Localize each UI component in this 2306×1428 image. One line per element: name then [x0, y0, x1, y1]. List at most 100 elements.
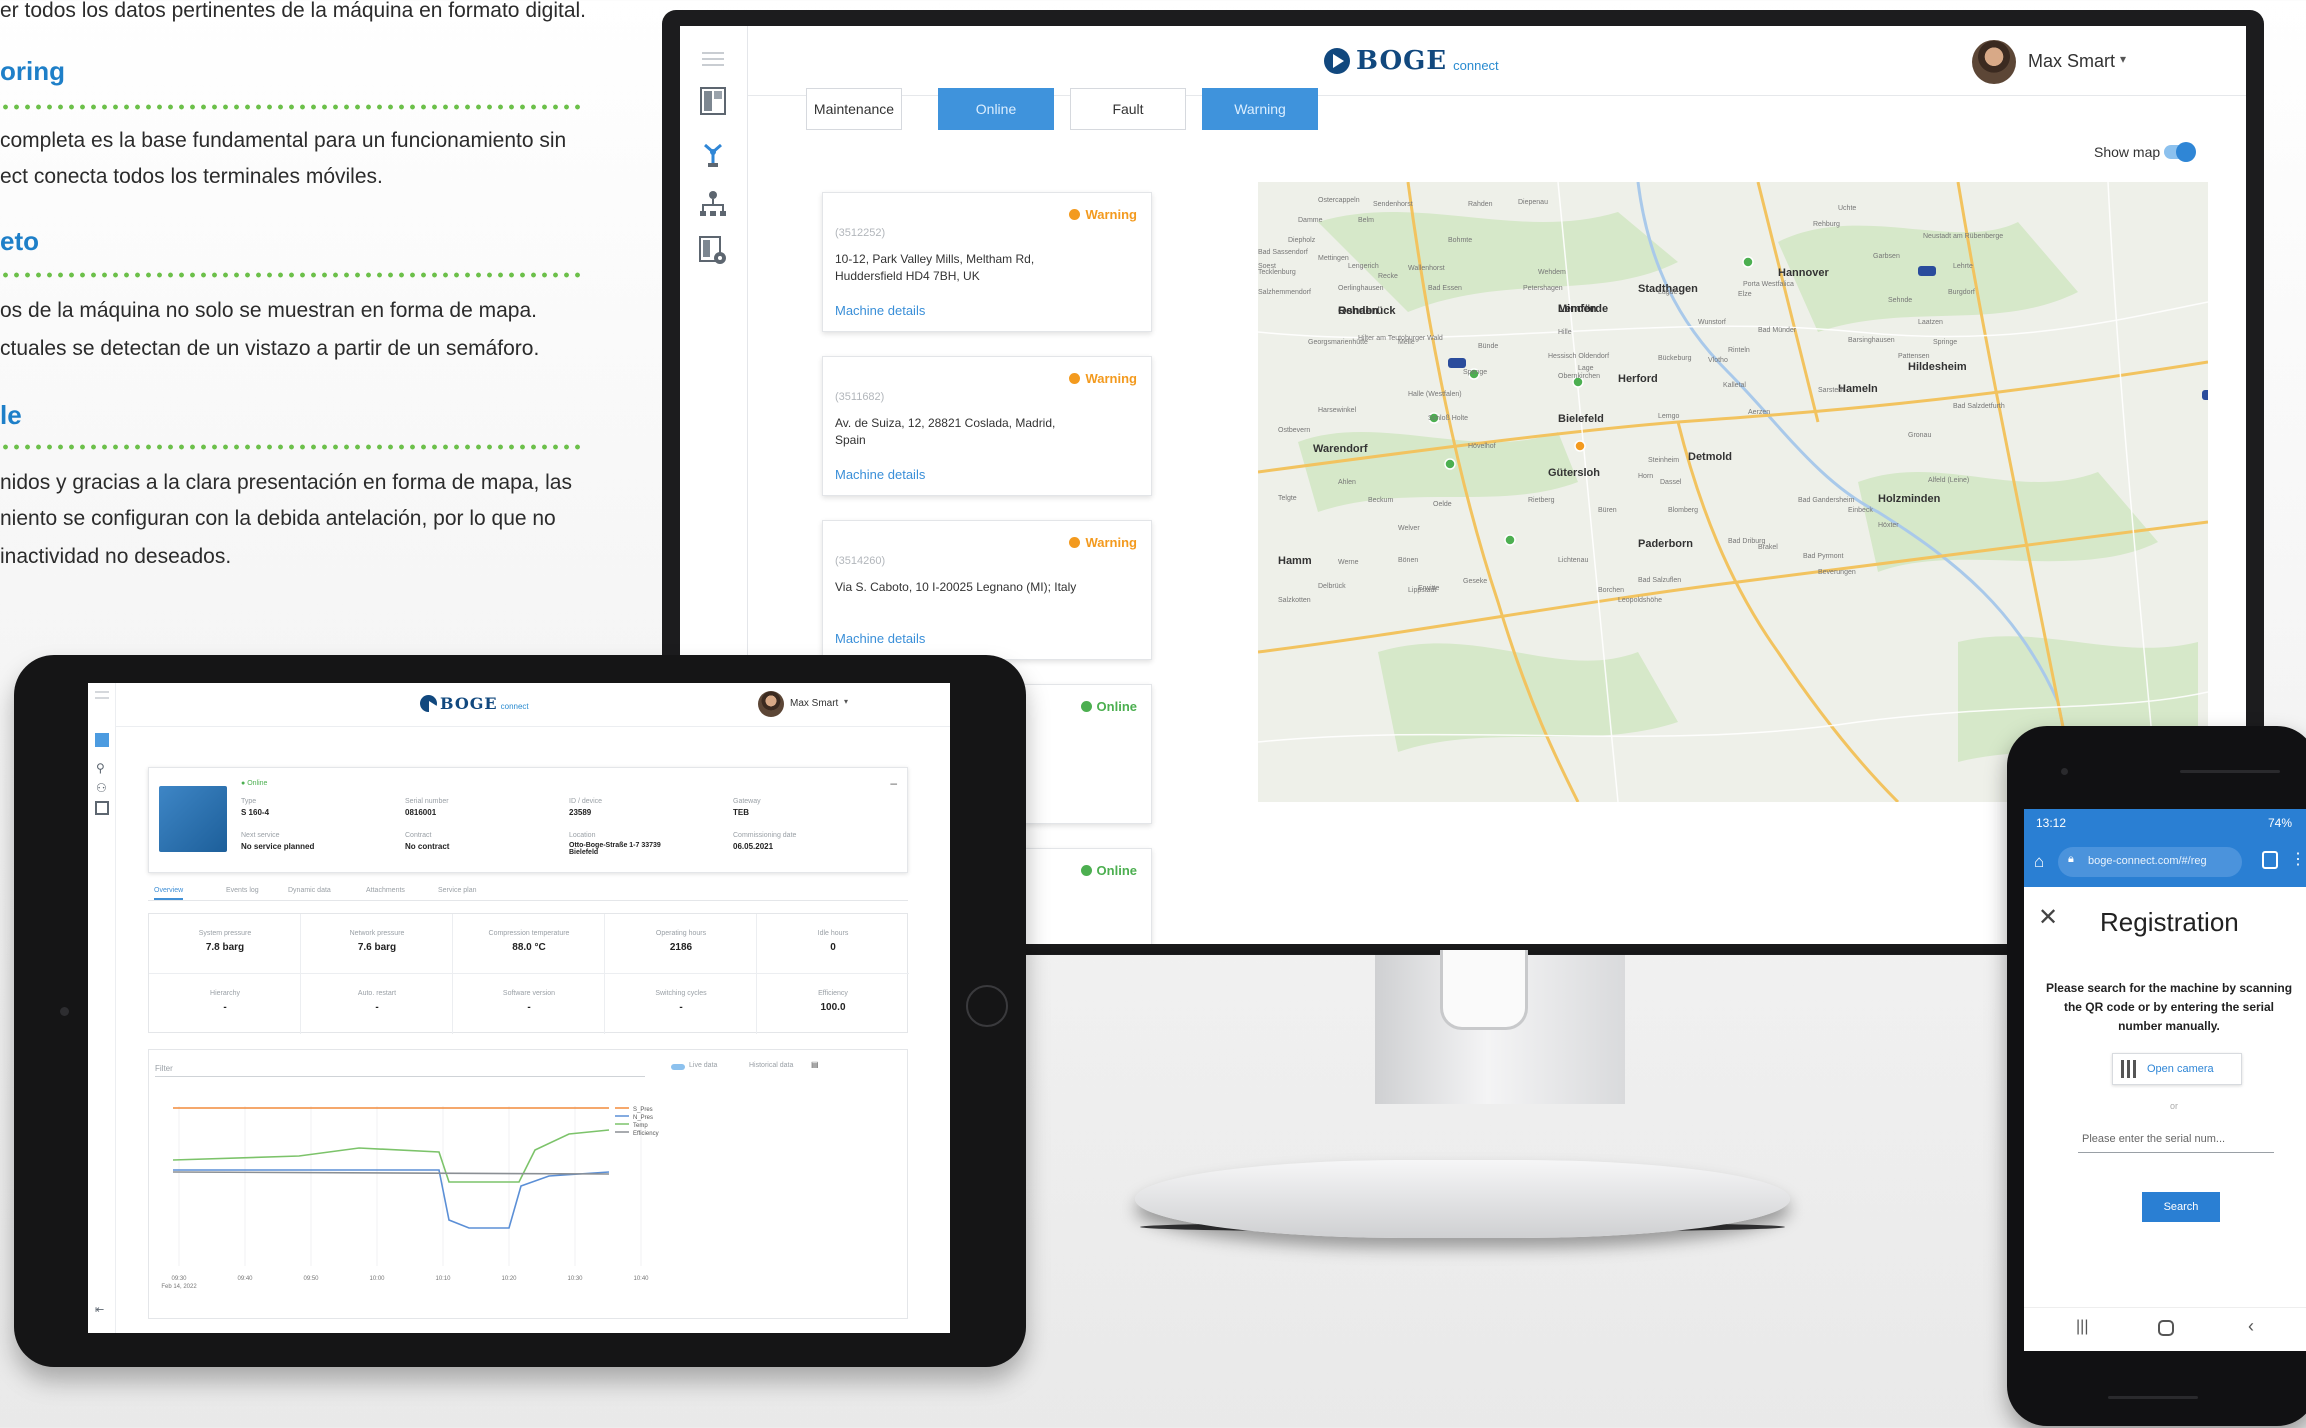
- map-label: Gütersloh: [1548, 467, 1600, 479]
- search-button[interactable]: Search: [2142, 1192, 2220, 1222]
- map-canvas[interactable]: Osnabrück MindenStadthagenHannoverHerford…: [1258, 182, 2208, 802]
- map-label: Burgdorf: [1948, 289, 1975, 296]
- map-label: Bad Gandersheim: [1798, 497, 1855, 504]
- map-label: Oerlinghausen: [1338, 285, 1384, 292]
- machine-marker-icon[interactable]: [1574, 440, 1586, 452]
- recent-apps-icon[interactable]: |||: [2076, 1318, 2088, 1336]
- metric-cell: Idle hours 0: [757, 914, 909, 974]
- tablet-home-button[interactable]: [966, 985, 1008, 1027]
- machine-details-link[interactable]: Machine details: [835, 631, 925, 646]
- live-data-toggle[interactable]: [671, 1064, 685, 1070]
- serial-number-input[interactable]: Please enter the serial num...: [2078, 1127, 2274, 1153]
- calendar-icon[interactable]: ▤: [811, 1060, 819, 1069]
- menu-icon[interactable]: [698, 44, 728, 74]
- map-label: Hilter am Teutoburger Wald: [1358, 335, 1443, 342]
- home-nav-icon[interactable]: [2158, 1320, 2174, 1336]
- highway-shield-icon: [2202, 390, 2208, 400]
- live-data-label: Live data: [689, 1062, 718, 1069]
- filter-online-button[interactable]: Online: [938, 88, 1054, 130]
- tab-attachments[interactable]: Attachments: [366, 887, 405, 894]
- map-label: Bohmte: [1448, 237, 1472, 244]
- user-name[interactable]: Max Smart: [2028, 51, 2115, 72]
- historical-data-label[interactable]: Historical data: [749, 1062, 793, 1069]
- marketing-line: ect conecta todos los terminales móviles…: [0, 165, 383, 188]
- map-label: Rehburg: [1813, 221, 1840, 228]
- home-icon[interactable]: ⌂: [2034, 852, 2044, 872]
- open-camera-button[interactable]: Open camera: [2112, 1053, 2242, 1085]
- hierarchy-icon[interactable]: [698, 188, 728, 218]
- map-label: Dassel: [1660, 479, 1682, 486]
- chart-filter-input[interactable]: [155, 1076, 645, 1077]
- map-label: Herford: [1618, 373, 1658, 385]
- fan-icon[interactable]: [698, 140, 728, 170]
- field-value: S 160-4: [241, 808, 270, 817]
- x-tick-label: 09:50: [303, 1276, 319, 1282]
- field-label: Location: [569, 832, 596, 839]
- map-label: Wallenhorst: [1408, 265, 1445, 272]
- chevron-down-icon[interactable]: ▾: [844, 697, 848, 706]
- map-label: Petershagen: [1523, 285, 1563, 292]
- machine-details-link[interactable]: Machine details: [835, 303, 925, 318]
- highway-shield-icon: [1448, 358, 1466, 368]
- legend-label: S_Pres: [633, 1107, 653, 1113]
- user-name[interactable]: Max Smart: [790, 698, 838, 709]
- tab-events-log[interactable]: Events log: [226, 887, 259, 894]
- map-label: Rehden: [1338, 305, 1379, 317]
- menu-icon[interactable]: [95, 691, 109, 699]
- filter-warning-button[interactable]: Warning: [1202, 88, 1318, 130]
- tabs-icon[interactable]: [2262, 851, 2278, 869]
- map-label: Spenge: [1463, 369, 1487, 376]
- collapse-icon[interactable]: –: [890, 776, 897, 790]
- machine-marker-icon[interactable]: [1504, 534, 1516, 546]
- machine-card[interactable]: Warning (3511682) Av. de Suiza, 12, 2882…: [822, 356, 1152, 496]
- machine-marker-icon[interactable]: [1444, 458, 1456, 470]
- chevron-down-icon[interactable]: ▾: [2120, 52, 2126, 66]
- metric-label: Software version: [502, 990, 556, 997]
- logout-icon[interactable]: ⇤: [95, 1303, 109, 1317]
- show-map-toggle[interactable]: [2164, 142, 2196, 162]
- boge-logo[interactable]: BOGE connect: [420, 694, 529, 715]
- x-tick-label: 10:10: [435, 1276, 451, 1282]
- tab-overview[interactable]: Overview: [154, 887, 184, 900]
- url-field[interactable]: 🔒︎ boge-connect.com/#/reg: [2058, 847, 2242, 877]
- tab-dynamic-data[interactable]: Dynamic data: [288, 887, 331, 894]
- back-nav-icon[interactable]: ‹: [2248, 1316, 2254, 1337]
- settings-device-icon[interactable]: [698, 236, 728, 266]
- machine-card[interactable]: Warning (3514260) Via S. Caboto, 10 I-20…: [822, 520, 1152, 660]
- x-date-label: Feb 14, 2022: [161, 1284, 197, 1290]
- metric-label: Auto. restart: [357, 990, 397, 997]
- dashboard-icon[interactable]: [698, 86, 728, 116]
- dashboard-icon[interactable]: [95, 733, 109, 747]
- user-avatar[interactable]: [758, 691, 784, 717]
- close-icon[interactable]: ✕: [2038, 903, 2058, 932]
- marketing-heading: oring: [0, 56, 65, 86]
- hierarchy-icon[interactable]: ⚇: [96, 781, 108, 795]
- map-label: Springe: [1933, 339, 1957, 346]
- machine-marker-icon[interactable]: [1742, 256, 1754, 268]
- open-camera-label: Open camera: [2147, 1063, 2214, 1075]
- online-dot-icon: [1080, 701, 1092, 712]
- map-label: Detmold: [1688, 451, 1732, 463]
- filter-fault-button[interactable]: Fault: [1070, 88, 1186, 130]
- tablet-camera: [60, 1007, 69, 1016]
- filter-maintenance-button[interactable]: Maintenance: [806, 88, 902, 130]
- boge-logo[interactable]: BOGE connect: [1324, 46, 1499, 76]
- more-menu-icon[interactable]: ⋮: [2290, 849, 2306, 869]
- tab-service-plan[interactable]: Service plan: [438, 887, 477, 894]
- status-text: Online: [1096, 863, 1137, 878]
- machine-address: Av. de Suiza, 12, 28821 Coslada, Madrid,…: [835, 416, 1056, 447]
- machine-details-link[interactable]: Machine details: [835, 467, 925, 482]
- user-avatar[interactable]: [1972, 40, 2016, 84]
- status-text: Warning: [1085, 207, 1137, 222]
- map-label: Hamm: [1278, 555, 1312, 567]
- machine-map[interactable]: Osnabrück Minden Stadthagen Hannover Herford…: [1258, 182, 2208, 802]
- map-label: Bad Pyrmont: [1803, 553, 1844, 560]
- map-label: Rahden: [1468, 201, 1493, 208]
- serial-number: (3514260): [835, 555, 886, 567]
- fan-icon[interactable]: ⚲: [96, 761, 108, 775]
- machine-card[interactable]: Warning (3512252) 10-12, Park Valley Mil…: [822, 192, 1152, 332]
- dotted-divider: [0, 444, 580, 450]
- status-text: Warning: [1085, 535, 1137, 550]
- map-label: Uchte: [1838, 205, 1856, 212]
- settings-device-icon[interactable]: [95, 801, 109, 815]
